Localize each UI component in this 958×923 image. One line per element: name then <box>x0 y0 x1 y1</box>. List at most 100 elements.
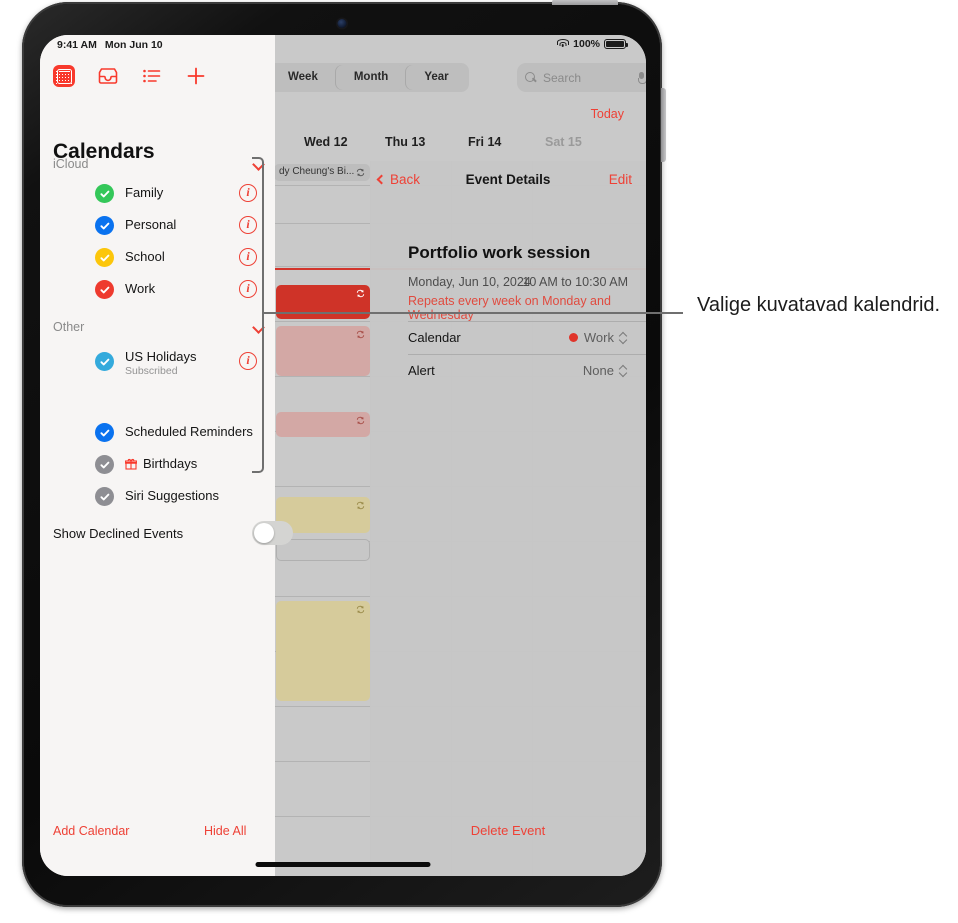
event-block[interactable] <box>276 539 370 561</box>
inbox-icon[interactable] <box>97 65 119 87</box>
section-title: iCloud <box>53 157 89 171</box>
up-down-chevron-icon[interactable] <box>620 365 628 377</box>
event-details-navbar: Back Event Details Edit <box>370 161 646 201</box>
calendar-name: School <box>125 249 165 264</box>
show-declined-events-toggle[interactable] <box>252 521 293 545</box>
detail-row-alert[interactable]: Alert None <box>408 354 646 387</box>
checkbox-checked[interactable] <box>95 423 114 442</box>
sidebar-item-siri-suggestions[interactable]: Siri Suggestions <box>53 484 263 510</box>
event-date: Monday, Jun 10, 2024 <box>408 275 531 289</box>
calendar-color-dot <box>568 333 578 342</box>
ipad-device-frame: Week Month Year Search Today Wed 12 Thu … <box>22 0 666 907</box>
sidebar-item-work[interactable]: Work i <box>53 277 263 303</box>
delete-event-button[interactable]: Delete Event <box>370 823 646 838</box>
sidebar-item-birthdays[interactable]: Birthdays <box>53 452 263 478</box>
gift-icon <box>125 457 137 470</box>
status-date: Mon Jun 10 <box>104 39 163 51</box>
calendar-name: Birthdays <box>143 456 198 471</box>
battery-percent: 100% <box>573 38 600 50</box>
hide-all-button[interactable]: Hide All <box>204 824 246 838</box>
repeat-icon <box>356 501 365 510</box>
event-time: 10 AM to 10:30 AM <box>522 275 628 289</box>
event-repeat-text: Repeats every week on Monday and Wednesd… <box>408 294 611 322</box>
callout-bracket <box>252 157 264 473</box>
checkbox-checked[interactable] <box>95 280 114 299</box>
status-bar-left: 9:41 AM Mon Jun 10 <box>57 39 163 51</box>
top-button[interactable] <box>552 0 618 5</box>
toggle-knob <box>254 523 274 543</box>
search-placeholder: Search <box>543 70 582 85</box>
alert-value-label: None <box>582 363 614 378</box>
calendar-name: Scheduled Reminders <box>125 424 253 439</box>
section-header-other[interactable]: Other <box>53 320 265 334</box>
calendar-name: Personal <box>125 217 177 232</box>
checkbox-checked[interactable] <box>95 487 114 506</box>
all-day-event-label: dy Cheung's Bi... <box>279 166 355 177</box>
sidebar-item-scheduled-reminders[interactable]: Scheduled Reminders <box>53 420 263 446</box>
detail-row-value[interactable]: None <box>583 363 628 378</box>
day-header-fri[interactable]: Fri 14 <box>468 135 501 149</box>
detail-row-value[interactable]: Work <box>568 330 628 345</box>
section-header-icloud[interactable]: iCloud <box>53 157 265 171</box>
sidebar-item-family[interactable]: Family i <box>53 181 263 207</box>
calendar-name: Family <box>125 185 164 200</box>
calendar-icon[interactable] <box>53 65 75 87</box>
calendar-name: Work <box>125 281 156 296</box>
day-header-thu[interactable]: Thu 13 <box>385 135 425 149</box>
sidebar-toolbar <box>53 65 207 87</box>
section-title: Other <box>53 320 85 334</box>
sidebar-item-personal[interactable]: Personal i <box>53 213 263 239</box>
segment-year[interactable]: Year <box>406 65 466 90</box>
detail-row-calendar[interactable]: Calendar Work <box>408 321 646 354</box>
sidebar-item-us-holidays[interactable]: US Holidays Subscribed i <box>53 345 263 381</box>
screenshot-root: Week Month Year Search Today Wed 12 Thu … <box>0 0 958 923</box>
status-bar: 9:41 AM Mon Jun 10 100% <box>40 35 646 57</box>
checkbox-checked[interactable] <box>95 455 114 474</box>
event-block[interactable] <box>276 326 370 376</box>
search-input[interactable]: Search <box>517 63 646 92</box>
today-button[interactable]: Today <box>591 107 624 121</box>
checkbox-checked[interactable] <box>95 248 114 267</box>
ipad-screen: Week Month Year Search Today Wed 12 Thu … <box>40 35 646 876</box>
plus-icon[interactable] <box>185 65 207 87</box>
segment-month[interactable]: Month <box>336 65 406 90</box>
sidebar-item-school[interactable]: School i <box>53 245 263 271</box>
all-day-event-pill[interactable]: dy Cheung's Bi... <box>274 164 370 181</box>
up-down-chevron-icon[interactable] <box>620 332 628 344</box>
day-header-sat[interactable]: Sat 15 <box>545 135 582 149</box>
search-icon <box>525 71 537 84</box>
event-title: Portfolio work session <box>408 243 591 262</box>
list-icon[interactable] <box>141 65 163 87</box>
event-block[interactable] <box>276 412 370 437</box>
volume-button[interactable] <box>661 88 666 162</box>
front-camera <box>337 19 347 28</box>
repeat-icon <box>356 605 365 614</box>
event-block[interactable] <box>276 601 370 701</box>
day-header-wed[interactable]: Wed 12 <box>304 135 348 149</box>
calendar-subtitle: Subscribed <box>125 365 178 377</box>
microphone-icon[interactable] <box>638 72 646 84</box>
status-time: 9:41 AM <box>57 39 97 51</box>
checkbox-checked[interactable] <box>95 352 114 371</box>
repeat-icon <box>356 330 365 339</box>
calendar-value-label: Work <box>583 330 614 345</box>
view-segmented-control[interactable]: Week Month Year <box>268 63 469 92</box>
calendars-sidebar: Calendars iCloud Family i Personal i Sch… <box>40 35 293 876</box>
home-indicator[interactable] <box>255 862 431 867</box>
segment-week[interactable]: Week <box>270 65 336 90</box>
detail-row-label: Calendar <box>408 330 461 345</box>
status-bar-right: 100% <box>556 38 629 50</box>
checkbox-checked[interactable] <box>95 216 114 235</box>
event-details-pane: Back Event Details Edit Portfolio work s… <box>370 161 646 876</box>
checkbox-checked[interactable] <box>95 184 114 203</box>
callout-leader-line <box>263 312 683 314</box>
repeat-icon <box>356 289 365 298</box>
show-declined-events-label: Show Declined Events <box>53 526 184 541</box>
edit-button[interactable]: Edit <box>609 172 632 187</box>
add-calendar-button[interactable]: Add Calendar <box>53 824 129 838</box>
wifi-icon <box>556 39 569 49</box>
detail-row-label: Alert <box>408 363 435 378</box>
calendar-name: US Holidays <box>125 349 197 364</box>
battery-icon <box>604 39 629 49</box>
calendar-name: Siri Suggestions <box>125 488 219 503</box>
